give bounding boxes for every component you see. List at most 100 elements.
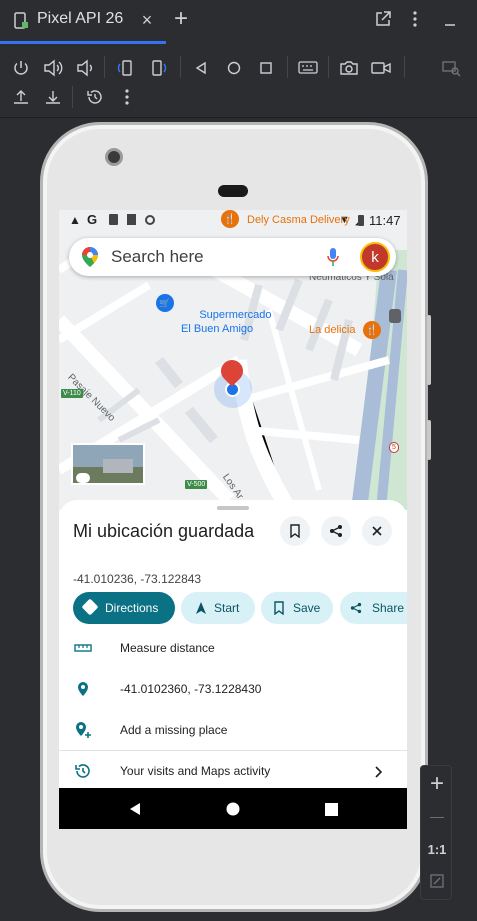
save-icon-button[interactable]: [280, 516, 310, 546]
map-view[interactable]: ▲ G ▼ ◢ 11:47 Dely Casma Delivery 🍴 Neum…: [59, 210, 407, 510]
road-sign: 5: [389, 442, 399, 453]
row-label: Your visits and Maps activity: [120, 764, 271, 778]
bookmark-icon: [274, 601, 284, 615]
warning-icon: ▲: [69, 213, 81, 227]
food-pin-icon[interactable]: 🍴: [363, 321, 381, 339]
thumbnail-building: [103, 459, 133, 473]
maps-activity-row[interactable]: Your visits and Maps activity: [59, 751, 407, 791]
ruler-icon: [73, 638, 93, 658]
toolbar-separator: [180, 56, 181, 78]
zoom-in-button[interactable]: +: [421, 770, 453, 798]
actual-size-button[interactable]: 1:1: [421, 838, 453, 860]
volume-up-icon[interactable]: [42, 57, 64, 79]
fit-screen-icon[interactable]: [421, 870, 453, 892]
record-icon: [145, 215, 155, 225]
google-icon: G: [87, 212, 98, 227]
ide-tab-bar: Pixel API 26 × +: [0, 0, 477, 44]
device-screen[interactable]: ▲ G ▼ ◢ 11:47 Dely Casma Delivery 🍴 Neum…: [59, 210, 407, 829]
map-poi-label[interactable]: Supermercado El Buen Amigo: [181, 294, 272, 350]
tab-close-icon[interactable]: ×: [138, 10, 156, 30]
front-camera: [105, 148, 123, 166]
account-avatar[interactable]: k: [360, 242, 390, 272]
map-poi-label[interactable]: La delicia: [309, 324, 355, 336]
chip-label: Share: [372, 601, 405, 615]
rotate-right-icon[interactable]: [148, 57, 170, 79]
start-button[interactable]: Start: [181, 592, 255, 624]
chip-label: Start: [214, 601, 240, 615]
history-icon: [73, 761, 93, 781]
home-icon[interactable]: [223, 57, 245, 79]
more-vert-icon[interactable]: [116, 86, 138, 108]
upload-icon[interactable]: [10, 86, 32, 108]
chip-label: Save: [293, 601, 321, 615]
navigation-icon: [196, 602, 206, 614]
nav-back-icon[interactable]: [124, 798, 146, 820]
close-icon-button[interactable]: [362, 516, 392, 546]
save-button[interactable]: Save: [261, 592, 333, 624]
back-icon[interactable]: [190, 57, 212, 79]
overview-icon[interactable]: [255, 57, 277, 79]
snapshot-history-icon[interactable]: [84, 86, 106, 108]
microphone-icon[interactable]: [327, 247, 339, 272]
shop-pin-icon[interactable]: 🛒: [156, 294, 174, 312]
row-label: Add a missing place: [120, 723, 228, 737]
rotate-left-icon[interactable]: [114, 57, 136, 79]
power-icon[interactable]: [10, 57, 32, 79]
nav-home-icon[interactable]: [222, 798, 244, 820]
active-tab-indicator: [0, 41, 166, 44]
place-title: Mi ubicación guardada: [73, 521, 255, 541]
share-icon-button[interactable]: [321, 516, 351, 546]
side-button: [427, 420, 431, 460]
food-pin-icon[interactable]: 🍴: [221, 210, 239, 228]
map-poi-text: Supermercado El Buen Amigo: [181, 309, 272, 335]
share-button[interactable]: Share: [340, 592, 407, 624]
road-sign: V-110: [61, 389, 83, 398]
street-view-thumbnail[interactable]: [71, 443, 145, 485]
search-input[interactable]: Search here: [111, 247, 204, 267]
share-icon: [350, 602, 362, 614]
zoom-panel: + — 1:1: [420, 765, 452, 900]
add-missing-place-row[interactable]: Add a missing place: [59, 710, 407, 750]
toolbar-separator: [404, 56, 405, 78]
measure-distance-row[interactable]: Measure distance: [59, 628, 407, 668]
add-place-icon: [73, 720, 93, 740]
screen-mirror-icon[interactable]: [440, 57, 462, 79]
volume-down-icon[interactable]: [74, 57, 96, 79]
coordinates-row[interactable]: -41.0102360, -73.1228430: [59, 669, 407, 709]
place-coordinates: -41.010236, -73.122843: [73, 572, 202, 586]
device-tab[interactable]: Pixel API 26 ×: [0, 0, 166, 44]
zoom-out-button[interactable]: —: [421, 802, 453, 830]
toolbar-separator: [72, 86, 73, 108]
toolbar-separator: [104, 56, 105, 78]
camera-icon[interactable]: [338, 57, 360, 79]
sd-card-icon: [109, 214, 118, 225]
maps-pin-icon: [81, 246, 99, 273]
android-nav-bar: [59, 788, 407, 829]
toolbar-separator: [328, 56, 329, 78]
more-options-icon[interactable]: [405, 9, 425, 29]
transit-icon[interactable]: [389, 309, 401, 323]
search-bar[interactable]: Search here k: [69, 238, 396, 276]
sheet-drag-handle[interactable]: [217, 506, 249, 510]
record-video-icon[interactable]: [370, 57, 392, 79]
road-sign: V-500: [185, 480, 208, 489]
status-time: 11:47: [369, 213, 401, 228]
row-label: -41.0102360, -73.1228430: [120, 682, 262, 696]
street-view-icon: [76, 473, 90, 483]
storage-icon: [127, 214, 136, 225]
new-tab-icon[interactable]: +: [170, 5, 192, 32]
minimize-icon[interactable]: [440, 9, 460, 29]
download-icon[interactable]: [42, 86, 64, 108]
open-external-icon[interactable]: [373, 9, 393, 29]
earpiece-speaker: [218, 185, 248, 197]
chip-label: Directions: [105, 601, 159, 615]
device-icon: [12, 11, 30, 31]
keyboard-icon[interactable]: [297, 57, 319, 79]
action-chips: Directions Start Save Share: [73, 592, 407, 624]
chevron-right-icon: [374, 765, 383, 783]
close-icon: [372, 526, 382, 536]
directions-button[interactable]: Directions: [73, 592, 175, 624]
bookmark-icon: [290, 524, 300, 538]
nav-recents-icon[interactable]: [320, 798, 342, 820]
map-poi-label[interactable]: Dely Casma Delivery: [247, 214, 350, 226]
